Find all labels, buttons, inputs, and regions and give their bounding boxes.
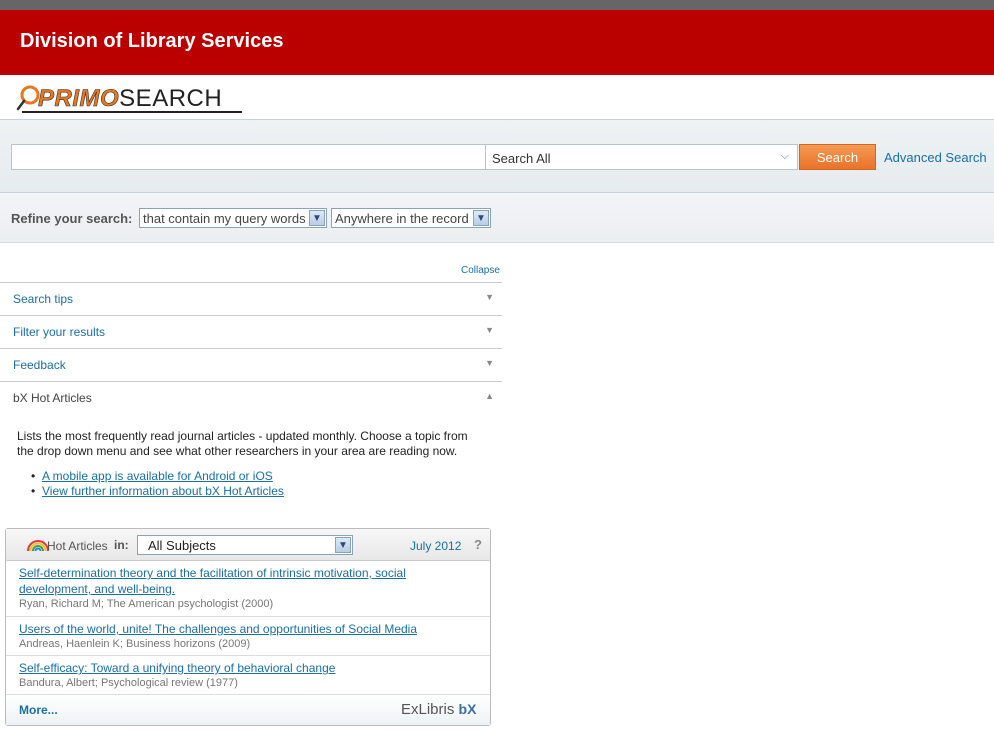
- search-button[interactable]: Search: [799, 144, 876, 170]
- logo-search: SEARCH: [119, 85, 223, 112]
- accordion-label: Search tips: [13, 292, 74, 306]
- bx-links: A mobile app is available for Android or…: [31, 469, 284, 499]
- widget-in-label: in:: [114, 538, 129, 552]
- list-item: A mobile app is available for Android or…: [31, 469, 284, 484]
- bx-brand: bX: [458, 701, 477, 717]
- article-row: Users of the world, unite! The challenge…: [6, 617, 490, 656]
- caret-down-icon: ▼: [485, 325, 494, 335]
- accordion-filter-results[interactable]: Filter your results ▼: [0, 315, 502, 348]
- refine-field-select[interactable]: Anywhere in the record ▼: [331, 208, 491, 228]
- scope-selected: Search All: [492, 151, 551, 166]
- refine-match-select[interactable]: that contain my query words ▼: [139, 208, 327, 228]
- bx-info-link[interactable]: View further information about bX Hot Ar…: [42, 484, 284, 498]
- mobile-app-link[interactable]: A mobile app is available for Android or…: [42, 469, 273, 483]
- article-meta: Bandura, Albert; Psychological review (1…: [19, 677, 238, 689]
- refine-field-selected: Anywhere in the record: [335, 211, 469, 226]
- refine-label: Refine your search:: [11, 211, 133, 226]
- more-link[interactable]: More...: [19, 703, 58, 717]
- bx-description: Lists the most frequently read journal a…: [17, 429, 468, 458]
- caret-down-icon: ▼: [485, 358, 494, 368]
- caret-up-icon: ▲: [485, 391, 494, 401]
- accordion-label: Filter your results: [13, 325, 106, 339]
- search-input[interactable]: [11, 144, 486, 170]
- chevron-down-icon: ⌵: [780, 150, 789, 162]
- accordion-label: Feedback: [13, 358, 66, 372]
- article-meta: Ryan, Richard M; The American psychologi…: [19, 598, 274, 610]
- accordion-bx-hot-articles[interactable]: bX Hot Articles ▲: [0, 381, 502, 414]
- list-item: View further information about bX Hot Ar…: [31, 484, 284, 499]
- chevron-down-icon: ▼: [309, 210, 325, 226]
- widget-footer: More... ExLibris bX: [6, 695, 490, 725]
- refine-match-selected: that contain my query words: [143, 211, 306, 226]
- accordion-label: bX Hot Articles: [13, 391, 92, 405]
- header-banner: Division of Library Services: [0, 10, 994, 75]
- help-icon[interactable]: ?: [474, 537, 482, 552]
- article-title[interactable]: Self-determination theory and the facili…: [19, 565, 459, 597]
- widget-title: Hot Articles: [47, 539, 108, 553]
- article-row: Self-efficacy: Toward a unifying theory …: [6, 656, 490, 695]
- article-meta: Andreas, Haenlein K; Business horizons (…: [19, 638, 251, 650]
- accordion-search-tips[interactable]: Search tips ▼: [0, 282, 502, 315]
- article-title[interactable]: Self-efficacy: Toward a unifying theory …: [19, 660, 459, 676]
- hot-articles-widget: Hot Articles in: All Subjects ▼ July 201…: [5, 528, 491, 726]
- logo-text: PRIMOSEARCH: [38, 85, 222, 113]
- subject-select[interactable]: All Subjects ▼: [137, 535, 353, 555]
- exlibris-bx-logo[interactable]: ExLibris bX: [401, 701, 476, 718]
- subject-selected: All Subjects: [148, 538, 216, 553]
- advanced-search-link[interactable]: Advanced Search: [884, 150, 987, 165]
- caret-down-icon: ▼: [485, 292, 494, 302]
- primo-search-logo[interactable]: PRIMOSEARCH: [16, 82, 256, 114]
- widget-header: Hot Articles in: All Subjects ▼ July 201…: [6, 529, 490, 561]
- chevron-down-icon: ▼: [473, 210, 489, 226]
- scope-select[interactable]: Search All ⌵: [485, 144, 798, 170]
- top-strip: [0, 0, 994, 10]
- search-bar: Search All ⌵ Search Advanced Search: [0, 119, 994, 193]
- article-title[interactable]: Users of the world, unite! The challenge…: [19, 621, 459, 637]
- banner-title: Division of Library Services: [20, 30, 284, 52]
- logo-primo: PRIMO: [38, 85, 120, 113]
- refine-bar: Refine your search: that contain my quer…: [0, 193, 994, 243]
- collapse-link[interactable]: Collapse: [461, 265, 500, 276]
- widget-date[interactable]: July 2012: [410, 539, 461, 553]
- logo-underline: [22, 111, 242, 113]
- accordion-feedback[interactable]: Feedback ▼: [0, 348, 502, 381]
- article-row: Self-determination theory and the facili…: [6, 561, 490, 617]
- exlibris-brand: ExLibris: [401, 701, 455, 718]
- chevron-down-icon: ▼: [335, 537, 351, 553]
